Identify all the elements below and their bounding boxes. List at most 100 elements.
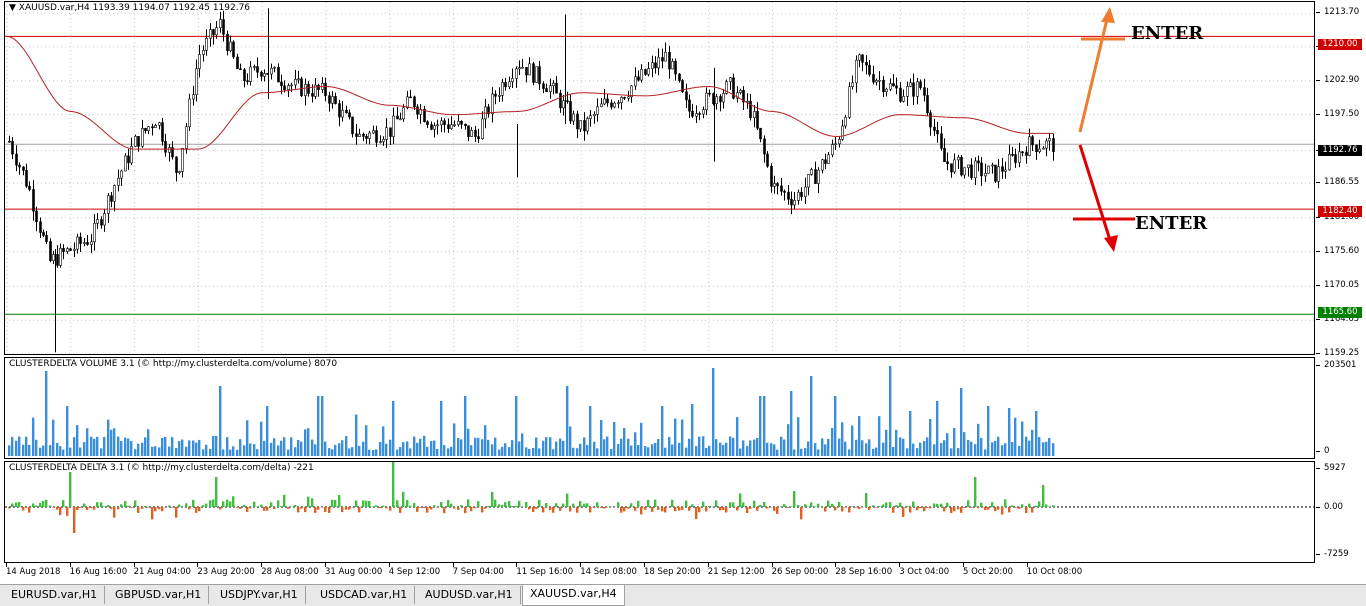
candle-body bbox=[33, 189, 35, 211]
delta-bar bbox=[596, 502, 598, 507]
volume-bar bbox=[946, 433, 948, 456]
volume-bar bbox=[256, 449, 258, 456]
candle-body bbox=[1005, 170, 1007, 172]
delta-top-label: 5927 bbox=[1324, 463, 1346, 473]
candle-body bbox=[397, 116, 399, 119]
delta-bar bbox=[304, 507, 306, 512]
collapse-triangle-icon[interactable]: ▼ bbox=[9, 3, 16, 13]
candle-body bbox=[580, 120, 582, 128]
candle-body bbox=[886, 89, 888, 92]
delta-bar bbox=[579, 501, 581, 507]
candle-body bbox=[825, 160, 827, 164]
volume-axis[interactable]: 203501 0 bbox=[1316, 357, 1366, 459]
candle-body bbox=[560, 93, 562, 108]
price-axis[interactable]: 1213.701208.301202.901197.501191.751186.… bbox=[1316, 1, 1366, 355]
chart-tab-eurusd-var-h1[interactable]: EURUSD.var,H1 bbox=[4, 586, 105, 604]
volume-bar bbox=[433, 441, 435, 456]
chart-tab-gbpusd-var-h1[interactable]: GBPUSD.var,H1 bbox=[108, 586, 209, 604]
volume-bar bbox=[22, 445, 24, 456]
candle-body bbox=[903, 96, 905, 101]
chart-tab-usdcad-var-h1[interactable]: USDCAD.var,H1 bbox=[313, 586, 415, 604]
chart-tab-xauusd-var-h4[interactable]: XAUUSD.var,H4 bbox=[522, 585, 625, 606]
volume-max-label: 203501 bbox=[1324, 360, 1356, 370]
volume-bar bbox=[229, 450, 231, 456]
candle-body bbox=[169, 148, 171, 153]
volume-bar bbox=[25, 437, 27, 456]
delta-bar bbox=[647, 500, 649, 507]
delta-bottom-label: -7259 bbox=[1324, 549, 1349, 559]
delta-bar bbox=[916, 507, 918, 510]
volume-bar bbox=[698, 437, 700, 456]
candle-body bbox=[815, 170, 817, 184]
candle-body bbox=[332, 96, 334, 103]
volume-bar bbox=[365, 425, 367, 456]
volume-bar bbox=[243, 445, 245, 456]
delta-bar bbox=[1001, 507, 1003, 515]
candle-body bbox=[635, 77, 637, 86]
price-tick-label: 1186.55 bbox=[1324, 177, 1359, 187]
delta-bar bbox=[623, 507, 625, 511]
volume-bar bbox=[878, 416, 880, 456]
candle-body bbox=[604, 99, 606, 104]
delta-axis[interactable]: 5927 0.00 -7259 bbox=[1316, 461, 1366, 563]
candle-body bbox=[662, 57, 664, 61]
ohlc-values: 1193.39 1194.07 1192.45 1192.76 bbox=[93, 3, 250, 13]
volume-bar bbox=[368, 450, 370, 456]
candle-body bbox=[366, 136, 368, 138]
candle-body bbox=[924, 88, 926, 96]
delta-bar bbox=[657, 507, 659, 510]
volume-bar bbox=[780, 437, 782, 456]
delta-bar bbox=[294, 505, 296, 507]
volume-indicator-pane[interactable]: CLUSTERDELTA VOLUME 3.1 (© http://my.clu… bbox=[4, 357, 1315, 459]
delta-bar bbox=[212, 499, 214, 507]
delta-bar bbox=[552, 507, 554, 513]
delta-bar bbox=[576, 507, 578, 513]
candle-body bbox=[182, 148, 184, 171]
volume-bar bbox=[198, 440, 200, 456]
candle-body bbox=[441, 121, 443, 125]
delta-bar bbox=[963, 507, 965, 508]
volume-bar bbox=[501, 447, 503, 456]
delta-bar bbox=[494, 500, 496, 507]
candle-body bbox=[563, 101, 565, 108]
chart-tab-audusd-var-h1[interactable]: AUDUSD.var,H1 bbox=[418, 586, 521, 604]
delta-indicator-pane[interactable]: CLUSTERDELTA DELTA 3.1 (© http://my.clus… bbox=[4, 461, 1315, 563]
candle-body bbox=[342, 110, 344, 117]
delta-bar bbox=[130, 507, 132, 508]
candle-body bbox=[383, 139, 385, 141]
candle-body bbox=[325, 83, 327, 95]
candle-body bbox=[998, 167, 1000, 182]
candle-body bbox=[461, 121, 463, 124]
volume-bar bbox=[1021, 421, 1023, 456]
candle-body bbox=[29, 186, 31, 189]
delta-bar bbox=[889, 502, 891, 507]
candle-body bbox=[431, 125, 433, 130]
candle-body bbox=[961, 157, 963, 175]
candle-body bbox=[298, 79, 300, 80]
delta-bar bbox=[300, 507, 302, 509]
delta-bar bbox=[49, 505, 51, 507]
candle-body bbox=[992, 165, 994, 166]
price-chart-pane[interactable]: ▼ XAUUSD.var,H4 1193.39 1194.07 1192.45 … bbox=[4, 1, 1315, 355]
delta-bar bbox=[188, 507, 190, 509]
candle-body bbox=[63, 248, 65, 251]
candle-body bbox=[104, 213, 106, 225]
candle-body bbox=[458, 121, 460, 124]
delta-bar bbox=[487, 506, 489, 507]
volume-bar bbox=[963, 432, 965, 456]
candle-body bbox=[930, 113, 932, 127]
candle-body bbox=[553, 83, 555, 86]
volume-bar bbox=[168, 447, 170, 456]
volume-bar bbox=[76, 425, 78, 456]
volume-bar bbox=[974, 444, 976, 456]
candle-body bbox=[471, 130, 473, 136]
delta-bar bbox=[559, 507, 561, 511]
volume-bar bbox=[32, 418, 34, 456]
time-axis[interactable]: 14 Aug 201816 Aug 16:0021 Aug 04:0023 Au… bbox=[4, 563, 1315, 583]
volume-bar bbox=[929, 419, 931, 456]
chart-tab-usdjpy-var-h1[interactable]: USDJPY.var,H1 bbox=[213, 586, 306, 604]
chart-title: ▼ XAUUSD.var,H4 1193.39 1194.07 1192.45 … bbox=[9, 3, 250, 13]
volume-bar bbox=[202, 449, 204, 456]
candle-body bbox=[223, 20, 225, 35]
candle-body bbox=[543, 84, 545, 89]
